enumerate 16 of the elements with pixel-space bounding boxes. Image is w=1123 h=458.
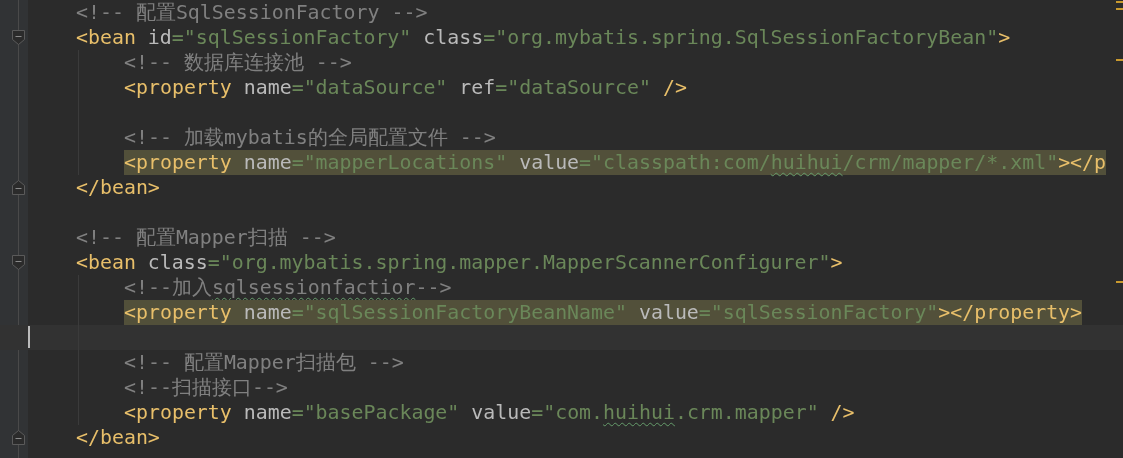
code-line: <!-- 加载mybatis的全局配置文件 --> <box>124 125 496 150</box>
fold-icon[interactable] <box>12 255 25 270</box>
code-line: <bean id="sqlSessionFactory" class="org.mybatis.spring.SqlSessionFactoryBean"> <box>76 25 1011 50</box>
code-line: <!-- 配置Mapper扫描包 --> <box>124 350 404 375</box>
code-line: <!-- 数据库连接池 --> <box>124 50 352 75</box>
code-line: <!-- 配置Mapper扫描 --> <box>76 225 336 250</box>
code-line: <property name="basePackage" value="com.huihui.crm.mapper" /> <box>124 400 855 425</box>
fold-icon[interactable] <box>12 30 25 45</box>
code-line: <!--加入sqlsessionfactior--> <box>124 275 452 300</box>
code-line: <bean class="org.mybatis.spring.mapper.MapperScannerConfigurer"> <box>76 250 843 275</box>
code-line: </bean> <box>76 175 160 200</box>
code-line: <!--扫描接口--> <box>124 375 288 400</box>
text-cursor <box>28 326 30 348</box>
code-line: <property name="dataSource" ref="dataSource" /> <box>124 75 687 100</box>
code-line: <!-- 配置SqlSessionFactory --> <box>76 0 428 25</box>
code-line: </bean> <box>76 425 160 450</box>
